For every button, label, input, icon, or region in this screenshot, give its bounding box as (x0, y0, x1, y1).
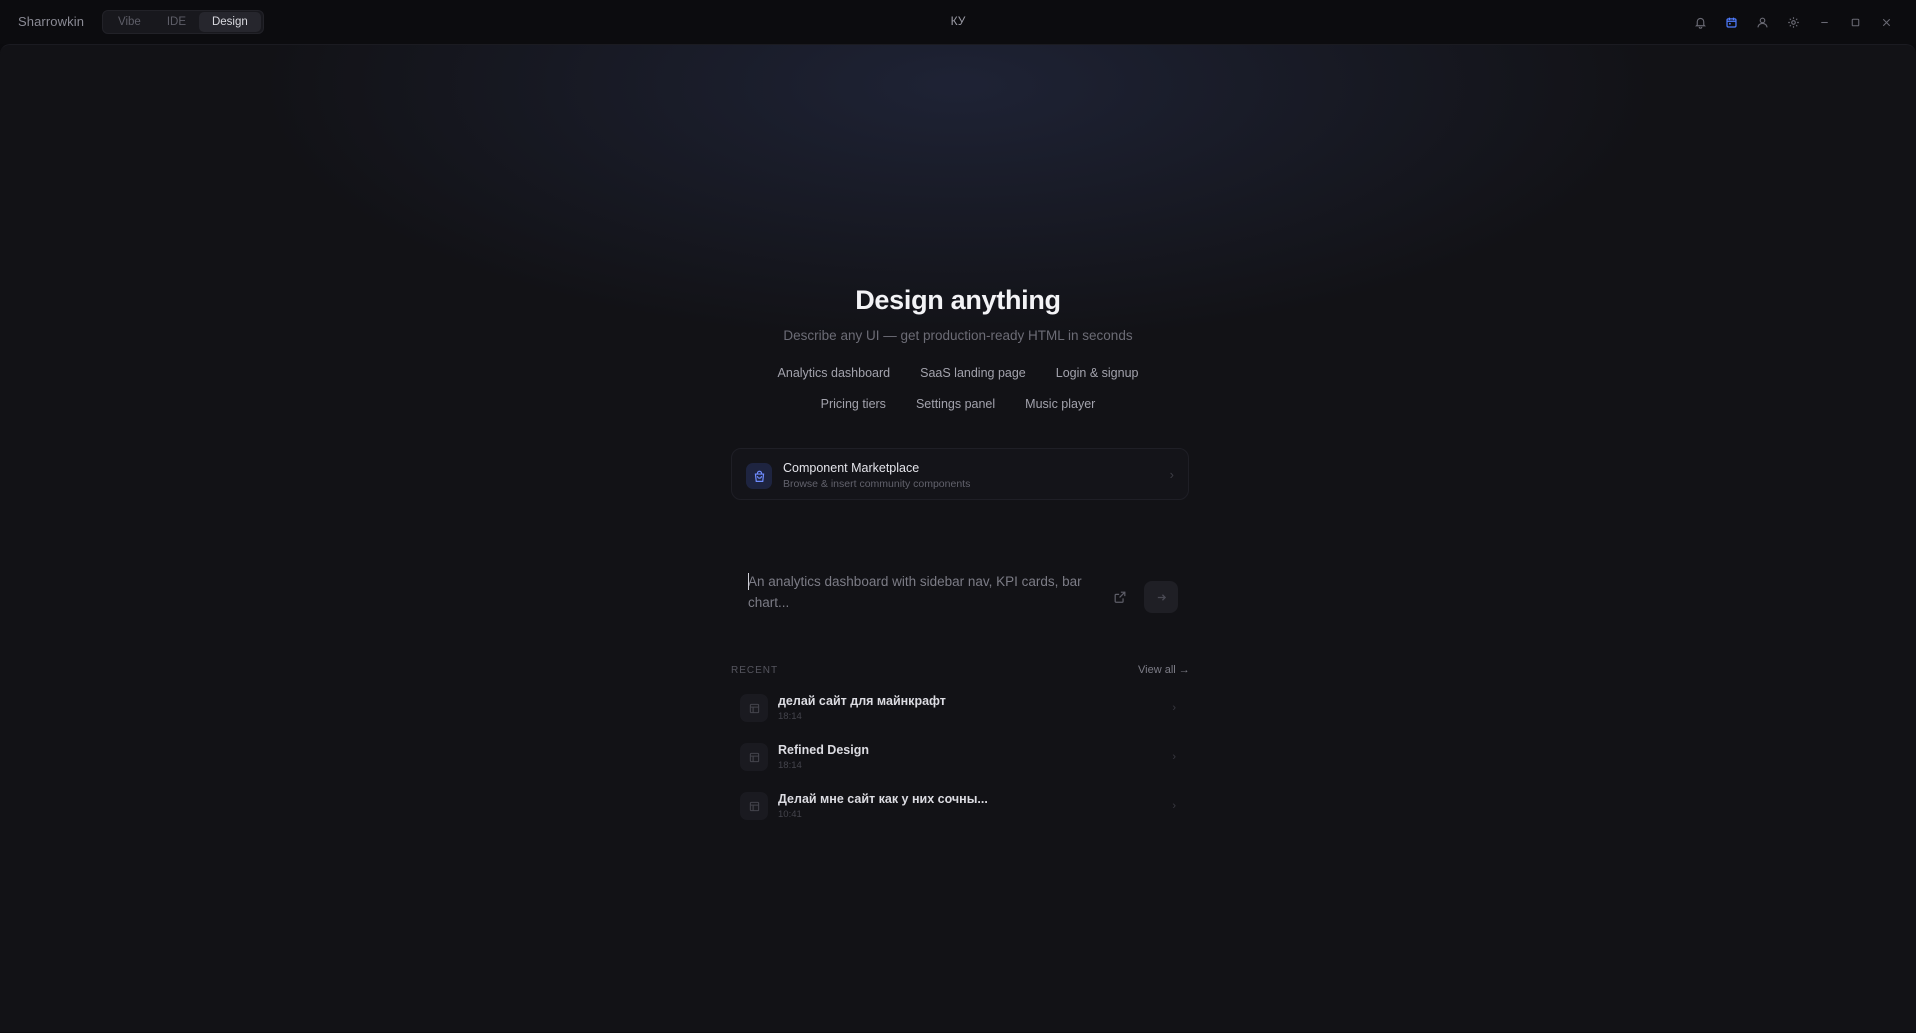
suggestion-chip[interactable]: Pricing tiers (810, 392, 897, 416)
calendar-icon (1726, 17, 1737, 28)
arrow-right-icon (1157, 593, 1166, 601)
minimize-icon (1821, 21, 1828, 23)
user-icon (1757, 17, 1768, 27)
recent-item-time: 18:14 (778, 760, 802, 771)
window-title: КУ (950, 14, 966, 28)
list-item[interactable]: Refined Design 18:14 › (740, 740, 1182, 789)
maximize-button[interactable] (1840, 12, 1871, 32)
close-icon (1882, 18, 1891, 26)
text-caret (748, 573, 749, 590)
layout-icon (740, 694, 768, 722)
chevron-right-icon: › (1172, 800, 1176, 812)
prompt-input[interactable] (748, 571, 1108, 617)
notifications-button[interactable] (1685, 12, 1716, 32)
chevron-right-icon: › (1169, 467, 1174, 482)
recent-list: делай сайт для майнкрафт 18:14 › Refined… (740, 691, 1182, 838)
view-all-link[interactable]: View all → (1138, 664, 1190, 676)
chevron-right-icon: › (1172, 702, 1176, 714)
suggestion-chip[interactable]: SaaS landing page (909, 361, 1037, 385)
marketplace-subtitle: Browse & insert community components (783, 478, 971, 490)
suggestion-chip[interactable]: Settings panel (905, 392, 1006, 416)
maximize-icon (1851, 18, 1860, 26)
send-button[interactable] (1144, 581, 1178, 613)
recent-item-title: делай сайт для майнкрафт (778, 694, 946, 708)
marketplace-title: Component Marketplace (783, 461, 920, 475)
title-bar: Sharrowkin Vibe IDE Design КУ (0, 0, 1916, 44)
tab-vibe[interactable]: Vibe (105, 12, 154, 32)
close-button[interactable] (1871, 12, 1902, 32)
mode-switcher: Vibe IDE Design (102, 10, 264, 34)
prompt-composer (731, 562, 1189, 632)
shopping-bag-icon (746, 463, 772, 489)
external-link-icon[interactable] (1113, 590, 1127, 604)
recent-item-time: 10:41 (778, 809, 802, 820)
layout-icon (740, 743, 768, 771)
gear-icon (1788, 16, 1799, 28)
chevron-right-icon: › (1172, 751, 1176, 763)
page-title: Design anything (855, 285, 1061, 315)
tab-ide[interactable]: IDE (154, 12, 199, 32)
settings-button[interactable] (1778, 12, 1809, 32)
bell-icon (1695, 17, 1706, 29)
list-item[interactable]: делай сайт для майнкрафт 18:14 › (740, 691, 1182, 740)
suggestion-chip[interactable]: Login & signup (1045, 361, 1150, 385)
calendar-button[interactable] (1716, 12, 1747, 32)
account-button[interactable] (1747, 12, 1778, 32)
recent-item-time: 18:14 (778, 711, 802, 722)
minimize-button[interactable] (1809, 12, 1840, 32)
suggestion-row: Analytics dashboard SaaS landing page Lo… (0, 361, 1916, 385)
page-subtitle: Describe any UI — get production-ready H… (783, 328, 1133, 343)
recent-item-title: Делай мне сайт как у них сочны... (778, 792, 988, 806)
recent-item-title: Refined Design (778, 743, 869, 757)
suggestion-row: Pricing tiers Settings panel Music playe… (0, 392, 1916, 416)
app-name: Sharrowkin (18, 14, 85, 29)
tab-design[interactable]: Design (198, 12, 261, 32)
window-controls (1685, 12, 1902, 32)
suggestion-chip[interactable]: Music player (1014, 392, 1106, 416)
component-marketplace-card[interactable]: Component Marketplace Browse & insert co… (731, 448, 1189, 500)
suggestion-chip[interactable]: Analytics dashboard (767, 361, 902, 385)
list-item[interactable]: Делай мне сайт как у них сочны... 10:41 … (740, 789, 1182, 838)
main-panel: Design anything Describe any UI — get pr… (0, 44, 1916, 1032)
layout-icon (740, 792, 768, 820)
recent-section-label: RECENT (731, 665, 779, 676)
